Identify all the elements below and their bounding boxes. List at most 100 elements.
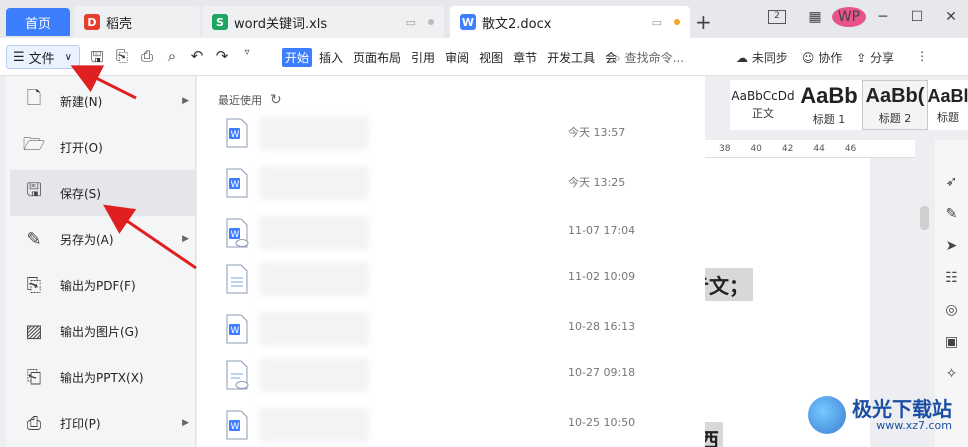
tab-label: 稻壳 — [106, 16, 133, 32]
folder-open-icon: 🗁 — [22, 134, 46, 155]
svg-text:W: W — [231, 180, 240, 190]
word-cloud-file-icon: W — [226, 218, 249, 248]
more-menu-icon[interactable]: ⋮ — [916, 49, 928, 66]
menu-item-new[interactable]: 🗋 新建(N) ▶ — [10, 78, 195, 124]
recent-file-row[interactable]: W 今天 13:57 — [197, 110, 705, 156]
share-button[interactable]: ⇪ 分享 — [856, 49, 894, 66]
menu-item-export-image[interactable]: ▨ 输出为图片(G) — [10, 308, 195, 354]
watermark-logo-icon — [808, 396, 846, 434]
command-search[interactable]: ⌕ 查找命令... — [614, 49, 684, 66]
save-icon[interactable]: 🖫 — [88, 47, 106, 72]
svg-text:W: W — [231, 326, 240, 336]
print-preview-icon[interactable]: ⌕ — [163, 47, 181, 72]
save-icon: 🖫 — [26, 180, 42, 201]
refresh-icon[interactable]: ↻ — [270, 92, 282, 108]
close-button[interactable]: ✕ — [934, 9, 968, 25]
new-file-icon: 🗋 — [26, 88, 42, 109]
status-dot — [428, 19, 434, 25]
ribbon-tabs: 开始 插入 页面布局 引用 审阅 视图 章节 开发工具 会 — [282, 48, 620, 67]
cloud-icon: ☁ — [736, 51, 748, 65]
menu-item-export-pdf[interactable]: ⎘ 输出为PDF(F) — [10, 262, 195, 308]
tab-xls[interactable]: S word关键词.xls ▭ — [202, 6, 444, 38]
style-heading2[interactable]: AaBb( 标题 2 — [862, 80, 928, 130]
sync-button[interactable]: ☁ 未同步 — [736, 49, 788, 66]
recent-file-row[interactable]: W 今天 13:25 — [197, 160, 705, 206]
watermark: 极光下载站 www.xz7.com — [808, 396, 952, 434]
tab-layout[interactable]: 页面布局 — [350, 48, 404, 67]
recent-time: 今天 13:57 — [568, 126, 626, 139]
scrollbar[interactable] — [920, 206, 929, 230]
tab-references[interactable]: 引用 — [408, 48, 438, 67]
undo-icon[interactable]: ↶ — [188, 47, 206, 72]
tab-home[interactable]: 首页 — [6, 8, 70, 36]
menu-item-print[interactable]: ⎙ 打印(P) ▶ — [10, 400, 195, 446]
apps-grid-icon[interactable]: ▦ — [798, 9, 832, 25]
recent-file-row[interactable]: 11-02 10:09 — [197, 256, 705, 302]
svg-text:W: W — [231, 230, 240, 240]
monitor-icon[interactable]: ▭ — [652, 16, 662, 29]
toolbar: ☰ 文件 ∨ 🖫 ⎘ ⎙ ⌕ ↶ ↷ ▿ 开始 插入 页面布局 引用 审阅 视图… — [0, 38, 968, 76]
search-placeholder: 查找命令... — [624, 51, 685, 65]
menu-item-export-pptx[interactable]: ⎗ 输出为PPTX(X) — [10, 354, 195, 400]
svg-text:W: W — [231, 130, 240, 140]
user-icon: ☺ — [801, 51, 815, 65]
new-tab-button[interactable]: + — [695, 10, 712, 34]
menu-item-save[interactable]: 🖫 保存(S) — [10, 170, 195, 216]
file-label: 文件 — [28, 51, 55, 67]
submenu-arrow-icon: ▶ — [182, 418, 189, 428]
menu-item-open[interactable]: 🗁 打开(O) — [10, 124, 195, 170]
tab-start[interactable]: 开始 — [282, 48, 313, 67]
redo-icon[interactable]: ↷ — [213, 47, 231, 72]
tab-section[interactable]: 章节 — [510, 48, 540, 67]
collab-button[interactable]: ☺ 协作 — [802, 49, 842, 66]
location-icon[interactable]: ◎ — [945, 302, 957, 318]
recent-file-row[interactable]: W 11-07 17:04 — [197, 210, 705, 256]
search-icon: ⌕ — [614, 51, 621, 65]
file-menu-button[interactable]: ☰ 文件 ∨ — [6, 45, 80, 69]
rocket-icon[interactable]: ➶ — [946, 174, 958, 190]
recent-file-row[interactable]: W 10-28 16:13 — [197, 306, 705, 352]
export-pdf-icon: ⎘ — [26, 274, 42, 296]
file-menu: 🗋 新建(N) ▶ 🗁 打开(O) 🖫 保存(S) ✎ 另存为(A) ▶ ⎘ 输… — [6, 76, 196, 447]
minimize-button[interactable]: ─ — [866, 9, 900, 25]
tab-developer[interactable]: 开发工具 — [544, 48, 598, 67]
compass-icon[interactable]: ✧ — [946, 366, 958, 382]
hamburger-icon: ☰ — [13, 49, 25, 65]
submenu-arrow-icon: ▶ — [182, 96, 189, 106]
tab-view[interactable]: 视图 — [476, 48, 506, 67]
spreadsheet-icon: S — [212, 14, 228, 30]
user-avatar[interactable]: WP — [832, 7, 866, 27]
menu-item-save-as[interactable]: ✎ 另存为(A) ▶ — [10, 216, 195, 262]
tab-docx[interactable]: W 散文2.docx ▭ — [450, 6, 690, 38]
recent-time: 11-07 17:04 — [568, 224, 636, 237]
window-controls: 2 ▦ WP ─ ☐ ✕ — [768, 0, 968, 34]
print-icon[interactable]: ⎙ — [138, 47, 156, 72]
recent-files-panel: 最近使用 ↻ W 今天 13:57 W 今天 13:25 W 11-07 17:… — [197, 76, 705, 447]
more-icon[interactable]: ▿ — [238, 47, 256, 72]
tab-review[interactable]: 审阅 — [442, 48, 472, 67]
daoke-icon: D — [84, 14, 100, 30]
recent-file-row[interactable]: 10-27 09:18 — [197, 352, 705, 398]
word-file-icon: W — [226, 314, 248, 344]
style-normal[interactable]: AaBbCcDd 正文 — [730, 80, 796, 130]
pen-icon[interactable]: ✎ — [946, 206, 958, 222]
monitor-icon[interactable]: ▭ — [406, 16, 416, 29]
export-icon[interactable]: ⎘ — [113, 47, 131, 72]
unsaved-dot — [674, 19, 680, 25]
word-file-icon: W — [226, 168, 248, 198]
text-cloud-file-icon — [226, 360, 249, 390]
recent-file-row[interactable]: W 10-25 10:50 — [197, 402, 705, 447]
export-pptx-icon: ⎗ — [26, 366, 42, 388]
styles-gallery: AaBbCcDd 正文 AaBb 标题 1 AaBb( 标题 2 AaBl 标题 — [730, 80, 968, 130]
cursor-icon[interactable]: ➤ — [946, 238, 958, 254]
tab-bar: 首页 D 稻壳 S word关键词.xls ▭ W 散文2.docx ▭ + 2… — [0, 0, 968, 38]
style-heading[interactable]: AaBl 标题 — [928, 80, 968, 130]
layout-icon[interactable]: 2 — [768, 10, 786, 24]
sliders-icon[interactable]: ☷ — [945, 270, 958, 286]
tab-insert[interactable]: 插入 — [316, 48, 346, 67]
style-heading1[interactable]: AaBb 标题 1 — [796, 80, 862, 130]
share-icon: ⇪ — [856, 51, 867, 65]
maximize-button[interactable]: ☐ — [900, 9, 934, 25]
image-icon[interactable]: ▣ — [945, 334, 958, 350]
tab-daoke[interactable]: D 稻壳 — [74, 6, 200, 38]
